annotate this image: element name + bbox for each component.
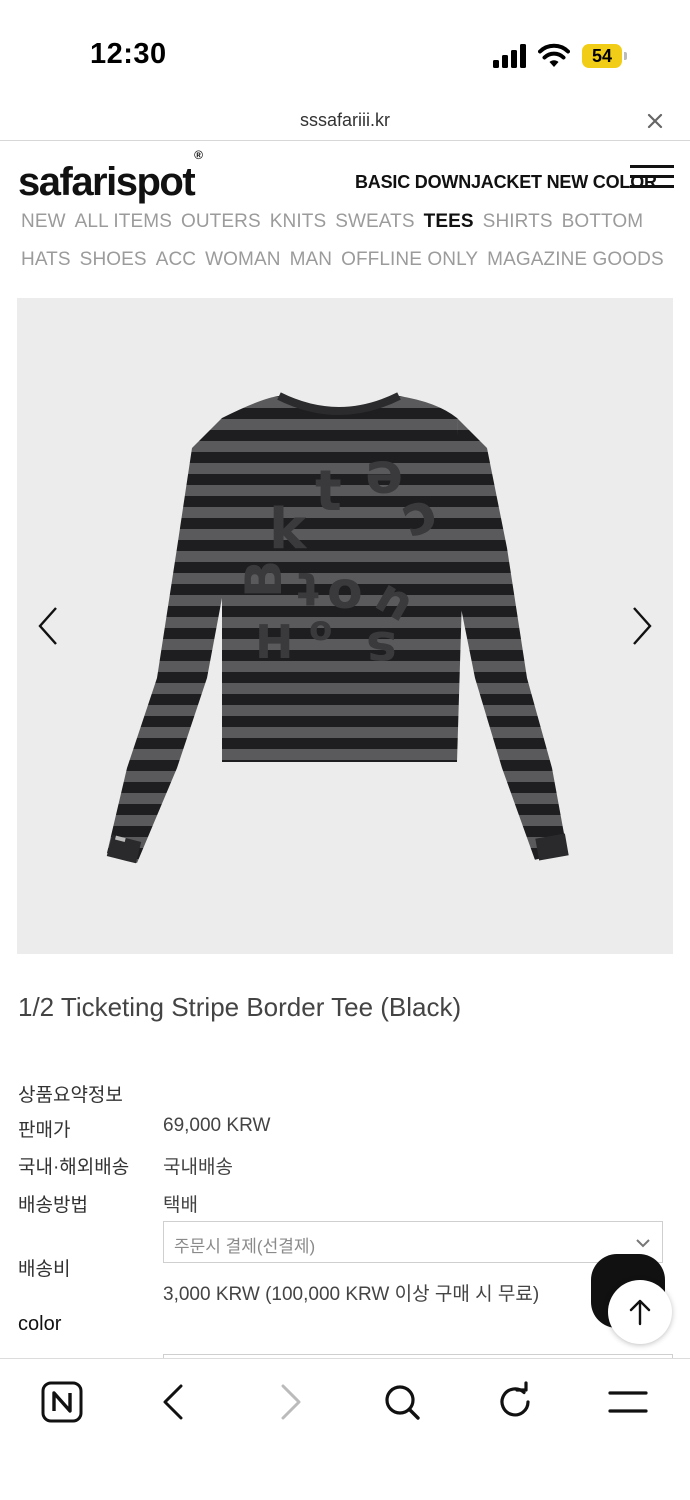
nav-item-woman[interactable]: WOMAN (205, 249, 280, 271)
nav-item-magazine-goods[interactable]: MAGAZINE GOODS (487, 249, 664, 271)
nav-item-new[interactable]: NEW (21, 211, 66, 233)
shipping-region-label: 국내·해외배송 (18, 1157, 130, 1178)
url-text[interactable]: sssafariii.kr (0, 110, 690, 131)
svg-text:s: s (366, 619, 397, 679)
promo-link[interactable]: BASIC DOWNJACKET NEW COLOR (355, 172, 657, 193)
price-label: 판매가 (18, 1120, 71, 1141)
arrow-up-icon (629, 1299, 651, 1326)
nav-item-man[interactable]: MAN (290, 249, 333, 271)
color-label: color (18, 1313, 62, 1335)
product-image[interactable]: k t e c B t o n H o s (17, 298, 673, 954)
svg-text:B: B (235, 560, 293, 598)
next-image-arrow-icon[interactable] (630, 604, 656, 648)
nav-item-outers[interactable]: OUTERS (181, 211, 261, 233)
svg-text:t: t (315, 459, 342, 524)
shipping-method-value: 택배 (163, 1195, 198, 1216)
product-title: 1/2 Ticketing Stripe Border Tee (Black) (18, 992, 462, 1022)
summary-label: 상품요약정보 (18, 1085, 123, 1106)
close-icon[interactable] (644, 110, 666, 132)
nav-item-knits[interactable]: KNITS (270, 211, 326, 233)
hamburger-menu-icon[interactable] (630, 165, 674, 199)
shipping-fee-select-value: 주문시 결제(선결제) (174, 1237, 316, 1256)
shipping-method-label: 배송방법 (18, 1195, 88, 1216)
nav-item-bottom[interactable]: BOTTOM (562, 211, 644, 233)
svg-text:t: t (297, 562, 319, 616)
wifi-icon (538, 43, 570, 67)
battery-level: 54 (582, 44, 622, 68)
status-time: 12:30 (90, 38, 167, 70)
search-icon[interactable] (380, 1380, 424, 1424)
svg-text:o: o (327, 561, 363, 621)
shipping-region-value: 국내배송 (163, 1157, 233, 1178)
nav-item-shoes[interactable]: SHOES (80, 249, 147, 271)
shipping-fee-select[interactable]: 주문시 결제(선결제) (163, 1221, 663, 1263)
menu-icon[interactable] (606, 1380, 650, 1424)
nav-item-all-items[interactable]: ALL ITEMS (75, 211, 172, 233)
price-value: 69,000 KRW (163, 1115, 271, 1136)
refresh-icon[interactable] (493, 1380, 537, 1424)
chevron-down-icon (636, 1239, 650, 1248)
nav-item-shirts[interactable]: SHIRTS (483, 211, 553, 233)
back-icon[interactable] (153, 1380, 197, 1424)
nav-item-acc[interactable]: ACC (156, 249, 196, 271)
shipping-fee-value: 3,000 KRW (100,000 KRW 이상 구매 시 무료) (163, 1284, 540, 1305)
shipping-fee-label: 배송비 (18, 1259, 71, 1280)
nav-item-sweats[interactable]: SWEATS (335, 211, 414, 233)
status-bar: 12:30 54 (0, 0, 690, 100)
naver-home-icon[interactable] (40, 1380, 84, 1424)
prev-image-arrow-icon[interactable] (34, 604, 60, 648)
site-logo[interactable]: safarispot® (18, 148, 203, 205)
category-nav-row-2: HATS SHOES ACC WOMAN MAN OFFLINE ONLY MAGAZINE… (21, 249, 681, 271)
category-nav-row-1: NEW ALL ITEMS OUTERS KNITS SWEATS TEES SHIRTS B… (21, 211, 681, 233)
striped-tee-illustration: k t e c B t o n H o s (106, 392, 569, 864)
nav-item-hats[interactable]: HATS (21, 249, 71, 271)
svg-text:o: o (309, 609, 332, 649)
svg-text:H: H (255, 615, 294, 669)
forward-icon[interactable] (267, 1380, 311, 1424)
battery-icon: 54 (582, 44, 628, 68)
svg-text:k: k (269, 497, 308, 562)
nav-item-offline-only[interactable]: OFFLINE ONLY (341, 249, 478, 271)
signal-icon (493, 44, 526, 68)
scroll-to-top-button[interactable] (608, 1280, 672, 1344)
nav-item-tees[interactable]: TEES (424, 211, 474, 233)
browser-toolbar (0, 1358, 690, 1500)
address-bar[interactable]: sssafariii.kr (0, 100, 690, 141)
